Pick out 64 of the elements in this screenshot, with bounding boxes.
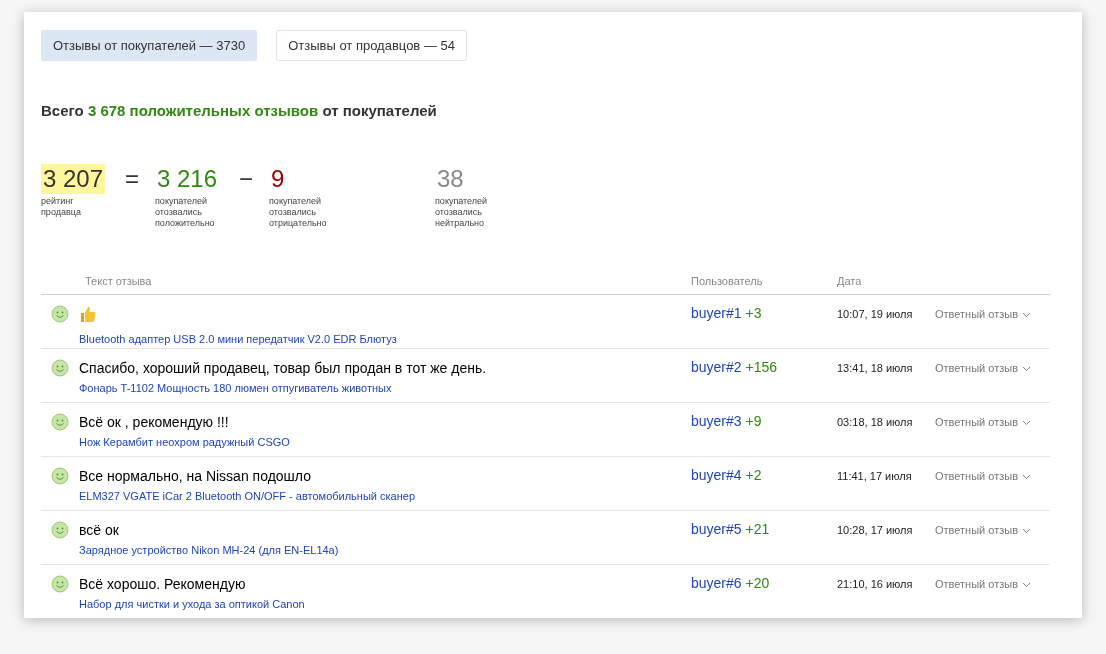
review-date: 10:07, 19 июля [837,306,914,322]
user-rating: +3 [745,304,762,321]
stat-value: 9 [270,163,286,194]
smiley-icon [51,466,69,485]
review-text: всё ок [79,521,119,540]
reply-dropdown[interactable]: Ответный отзыв [935,573,1031,594]
product-link[interactable]: Нож Керамбит неохром радужный CSGO [79,433,691,450]
column-header: Дата [837,274,862,289]
summary-heading: Всего 3 678 положительных отзывов от покупателей [41,101,438,121]
review-date: 13:41, 18 июля [837,360,914,376]
review-date: 21:10, 16 июля [837,576,914,592]
review-text: Всё ок , рекомендую !!! [79,413,229,432]
stat-caption: покупателей отозвались положительно [155,195,216,229]
product-link[interactable]: Фонарь T-1102 Мощность 180 люмен отпугиватель животных [79,379,691,396]
math-operator: = [124,163,140,194]
stat-value: 3 207 [41,163,106,194]
review-text: Всё хорошо. Рекомендую [79,575,246,594]
user-link[interactable]: buyer#2 [691,358,742,375]
chevron-down-icon [1022,365,1031,372]
user-link[interactable]: buyer#6 [691,574,742,591]
review-date: 11:41, 17 июля [837,468,913,484]
smiley-icon [51,520,69,539]
user-link[interactable]: buyer#4 [691,466,742,483]
product-link[interactable]: Зарядное устройство Nikon MH-24 (для EN-EL14a) [79,541,691,558]
stat-caption: покупателей отозвались отрицательно [269,195,328,229]
stat-value: 38 [436,163,465,194]
user-rating: +2 [745,466,762,483]
product-link[interactable]: Bluetooth адаптер USB 2.0 мини передатчик V2.0 EDR Блютуз [79,331,691,348]
stat-caption: рейтинг продавца [41,195,82,218]
reply-dropdown[interactable]: Ответный отзыв [935,303,1031,324]
column-header: Текст отзыва [85,274,153,289]
smiley-icon [51,574,69,593]
review-text: Спасибо, хороший продавец, товар был продан в тот же день. [79,359,487,378]
smiley-icon [51,304,69,323]
user-rating: +156 [745,358,778,375]
math-operator: − [238,163,254,194]
product-link[interactable]: Набор для чистки и ухода за оптикой Canon [79,595,691,612]
thumbs-up-icon [79,304,97,323]
user-rating: +20 [745,574,770,591]
user-rating: +9 [745,412,762,429]
reply-dropdown[interactable]: Ответный отзыв [935,357,1031,378]
chevron-down-icon [1022,473,1031,480]
tab[interactable]: Отзывы от продавцов — 54 [276,30,467,61]
reply-dropdown[interactable]: Ответный отзыв [935,465,1031,486]
user-link[interactable]: buyer#1 [691,304,742,321]
chevron-down-icon [1022,581,1031,588]
tab[interactable]: Отзывы от покупателей — 3730 [41,30,258,61]
column-header: Пользователь [691,274,764,289]
reply-dropdown[interactable]: Ответный отзыв [935,411,1031,432]
stat-caption: покупателей отозвались нейтрально [435,195,489,229]
chevron-down-icon [1022,527,1031,534]
product-link[interactable]: ELM327 VGATE iCar 2 Bluetooth ON/OFF - автомобильный сканер [79,487,691,504]
review-date: 10:28, 17 июля [837,522,914,538]
stat-value: 3 216 [156,163,219,194]
reply-dropdown[interactable]: Ответный отзыв [935,519,1031,540]
smiley-icon [51,358,69,377]
user-link[interactable]: buyer#3 [691,412,742,429]
user-link[interactable]: buyer#5 [691,520,742,537]
chevron-down-icon [1022,419,1031,426]
review-text: Все нормально, на Nissan подошло [79,467,311,486]
review-date: 03:18, 18 июля [837,414,914,430]
chevron-down-icon [1022,311,1031,318]
smiley-icon [51,412,69,431]
user-rating: +21 [745,520,770,537]
